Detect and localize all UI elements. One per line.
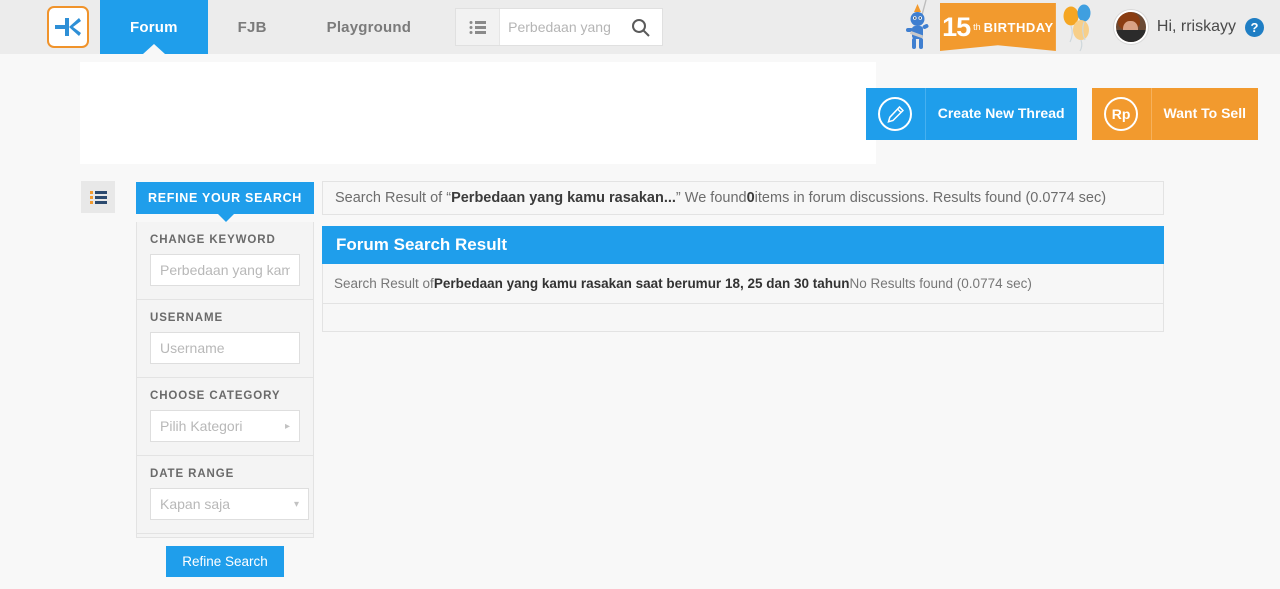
refine-search-button[interactable]: Refine Search	[166, 546, 284, 577]
refine-search-submit-wrap: Refine Search	[137, 534, 313, 589]
promo-banner	[80, 62, 876, 164]
help-icon[interactable]: ?	[1245, 17, 1264, 37]
filter-group-category: CHOOSE CATEGORY Pilih Kategori ▸	[137, 378, 313, 456]
chevron-right-icon: ▸	[284, 420, 290, 432]
kaskus-mascot-icon	[902, 0, 938, 54]
category-select[interactable]: Pilih Kategori ▸	[150, 410, 300, 442]
refine-your-search-tab[interactable]: REFINE YOUR SEARCH	[136, 182, 314, 214]
nav-item-fjb-label: FJB	[237, 18, 267, 36]
panel-footer	[322, 304, 1164, 332]
keyword-input[interactable]	[150, 254, 300, 286]
summary-query: Perbedaan yang kamu rasakan...	[451, 190, 676, 206]
site-logo[interactable]	[44, 6, 92, 48]
chevron-down-icon: ▾	[293, 498, 299, 510]
birthday-banner[interactable]: 15 th BIRTHDAY	[939, 3, 1056, 51]
search-icon	[631, 18, 650, 37]
user-greeting[interactable]: Hi, rriskayy	[1157, 18, 1236, 36]
rupiah-circle: Rp	[1104, 97, 1139, 131]
summary-middle: ” We found	[675, 190, 747, 206]
refine-your-search-label: REFINE YOUR SEARCH	[147, 191, 303, 205]
birthday-word: BIRTHDAY	[983, 19, 1054, 35]
balloons-icon	[1060, 2, 1102, 52]
summary-count: 0	[746, 190, 755, 206]
create-new-thread-button[interactable]: Create New Thread	[865, 88, 1077, 140]
rupiah-icon: Rp	[1091, 88, 1152, 140]
nav-item-playground-label: Playground	[326, 18, 412, 36]
panel-body-suffix: No Results found (0.0774 sec)	[849, 276, 1032, 291]
summary-prefix: Search Result of “	[335, 190, 452, 206]
search-submit-button[interactable]	[618, 9, 662, 45]
list-view-glyph-icon	[89, 190, 107, 204]
nav-item-playground[interactable]: Playground	[297, 0, 442, 54]
summary-suffix: items in forum discussions. Results foun…	[754, 190, 1107, 206]
pencil-glyph-icon	[887, 105, 904, 123]
list-view-icon[interactable]	[81, 181, 115, 213]
header-right-zone: 15 th BIRTHDAY Hi, rriskayy ?	[902, 0, 1280, 54]
panel-body-query: Perbedaan yang kamu rasakan saat berumur…	[433, 276, 850, 291]
date-range-select[interactable]: Kapan saja ▾	[150, 488, 309, 520]
filter-group-date-range: DATE RANGE Kapan saja ▾	[137, 456, 313, 534]
top-navigation-bar: Forum FJB Playground Perbedaan yang kamu…	[0, 0, 1280, 54]
mascot-glyph-icon	[905, 0, 929, 49]
nav-item-forum-label: Forum	[130, 18, 178, 36]
refine-search-sidebar: CHANGE KEYWORD USERNAME CHOOSE CATEGORY …	[136, 222, 314, 577]
panel-title: Forum Search Result	[322, 226, 1164, 264]
panel-no-results-message: Search Result of Perbedaan yang kamu ras…	[322, 264, 1164, 304]
filter-label-category: CHOOSE CATEGORY	[150, 390, 281, 402]
filter-group-keyword: CHANGE KEYWORD	[137, 222, 313, 300]
global-search	[455, 8, 664, 46]
want-to-sell-label: Want To Sell	[1151, 88, 1258, 140]
filter-label-date-range: DATE RANGE	[150, 468, 235, 480]
avatar[interactable]	[1113, 10, 1148, 44]
forum-search-result-panel: Forum Search Result Search Result of Per…	[322, 226, 1164, 332]
username-input[interactable]	[150, 332, 300, 364]
refine-tab-caret-icon	[218, 214, 234, 222]
want-to-sell-button[interactable]: Rp Want To Sell	[1091, 88, 1258, 140]
search-category-dropdown[interactable]	[456, 9, 501, 45]
birthday-number: 15	[942, 11, 971, 42]
kaskus-k-logo-icon	[47, 6, 89, 48]
birthday-superscript: th	[973, 22, 981, 32]
search-result-summary: Search Result of “Perbedaan yang kamu ra…	[322, 181, 1164, 215]
filter-label-keyword: CHANGE KEYWORD	[150, 234, 276, 246]
list-menu-icon	[469, 20, 487, 34]
create-new-thread-label: Create New Thread	[925, 88, 1077, 140]
kaskus-k-glyph-icon	[55, 18, 81, 36]
date-range-select-value: Kapan saja	[160, 496, 231, 512]
nav-item-forum[interactable]: Forum	[100, 0, 208, 54]
pencil-circle	[878, 97, 913, 131]
main-nav: Forum FJB Playground	[100, 0, 441, 54]
action-buttons: Create New Thread Rp Want To Sell	[865, 88, 1258, 140]
search-input[interactable]	[500, 9, 619, 45]
balloons-glyph-icon	[1063, 4, 1091, 52]
filter-group-username: USERNAME	[137, 300, 313, 378]
filter-label-username: USERNAME	[150, 312, 224, 324]
nav-item-fjb[interactable]: FJB	[208, 0, 297, 54]
panel-body-prefix: Search Result of	[334, 276, 434, 291]
avatar-shirt	[1115, 30, 1146, 42]
pencil-icon	[865, 88, 926, 140]
category-select-value: Pilih Kategori	[160, 418, 243, 434]
